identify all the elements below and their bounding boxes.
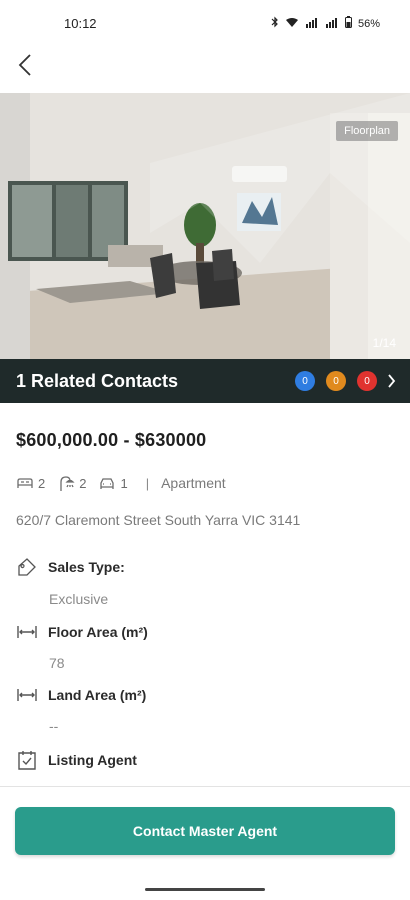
bedrooms-count: 2	[38, 475, 46, 491]
price-tag-icon	[18, 558, 36, 576]
chevron-left-icon	[18, 54, 31, 76]
floorplan-button[interactable]: Floorplan	[336, 121, 398, 141]
width-measure-icon	[17, 689, 37, 701]
divider	[0, 786, 410, 787]
wifi-icon	[285, 17, 299, 31]
contact-badge-blue: 0	[295, 371, 315, 391]
land-area-row: Land Area (m²)	[16, 684, 146, 706]
divider: |	[145, 475, 150, 491]
land-area-label: Land Area (m²)	[48, 687, 147, 703]
property-address: 620/7 Claremont Street South Yarra VIC 3…	[16, 512, 301, 528]
related-contacts-bar[interactable]: 1 Related Contacts 0 0 0	[0, 359, 410, 403]
status-bar: 10:12 56%	[0, 0, 410, 40]
status-time: 10:12	[64, 16, 97, 31]
parking-count: 1	[120, 475, 128, 491]
parking-feature: 1	[98, 475, 128, 491]
back-button[interactable]	[8, 48, 42, 82]
property-photo-carousel[interactable]: Floorplan 1/14	[0, 93, 410, 359]
width-measure-icon	[17, 626, 37, 638]
sales-type-row: Sales Type:	[16, 556, 125, 578]
land-area-value: --	[49, 718, 59, 734]
photo-counter: 1/14	[372, 336, 396, 350]
property-features: 2 2 1 | Apartment	[16, 474, 226, 492]
floor-area-row: Floor Area (m²)	[16, 621, 148, 643]
contact-master-agent-button[interactable]: Contact Master Agent	[15, 807, 395, 855]
related-contacts-title: 1 Related Contacts	[16, 370, 179, 391]
bedrooms-feature: 2	[16, 476, 45, 491]
battery-percent: 56%	[357, 17, 380, 30]
status-icons: 56%	[271, 16, 380, 31]
contact-badge-orange: 0	[326, 371, 346, 391]
contact-badge-red: 0	[357, 371, 377, 391]
property-type: Apartment	[161, 475, 226, 491]
signal-icon	[325, 17, 339, 31]
battery-icon	[344, 16, 352, 31]
bathrooms-count: 2	[79, 475, 87, 491]
listing-agent-row[interactable]: Listing Agent	[16, 749, 137, 771]
calendar-check-icon	[18, 751, 36, 770]
bluetooth-icon	[271, 16, 279, 31]
chevron-right-icon[interactable]	[387, 374, 396, 388]
sales-type-label: Sales Type:	[48, 559, 125, 575]
car-icon	[100, 478, 115, 489]
floor-area-label: Floor Area (m²)	[48, 624, 148, 640]
bed-icon	[17, 478, 33, 488]
shower-icon	[60, 476, 75, 491]
price-range: $600,000.00 - $630000	[16, 430, 207, 450]
home-indicator[interactable]	[145, 888, 265, 891]
listing-agent-label: Listing Agent	[48, 752, 137, 768]
signal-icon	[305, 17, 319, 31]
sales-type-value: Exclusive	[49, 591, 109, 607]
bathrooms-feature: 2	[57, 474, 86, 492]
floor-area-value: 78	[49, 655, 65, 671]
